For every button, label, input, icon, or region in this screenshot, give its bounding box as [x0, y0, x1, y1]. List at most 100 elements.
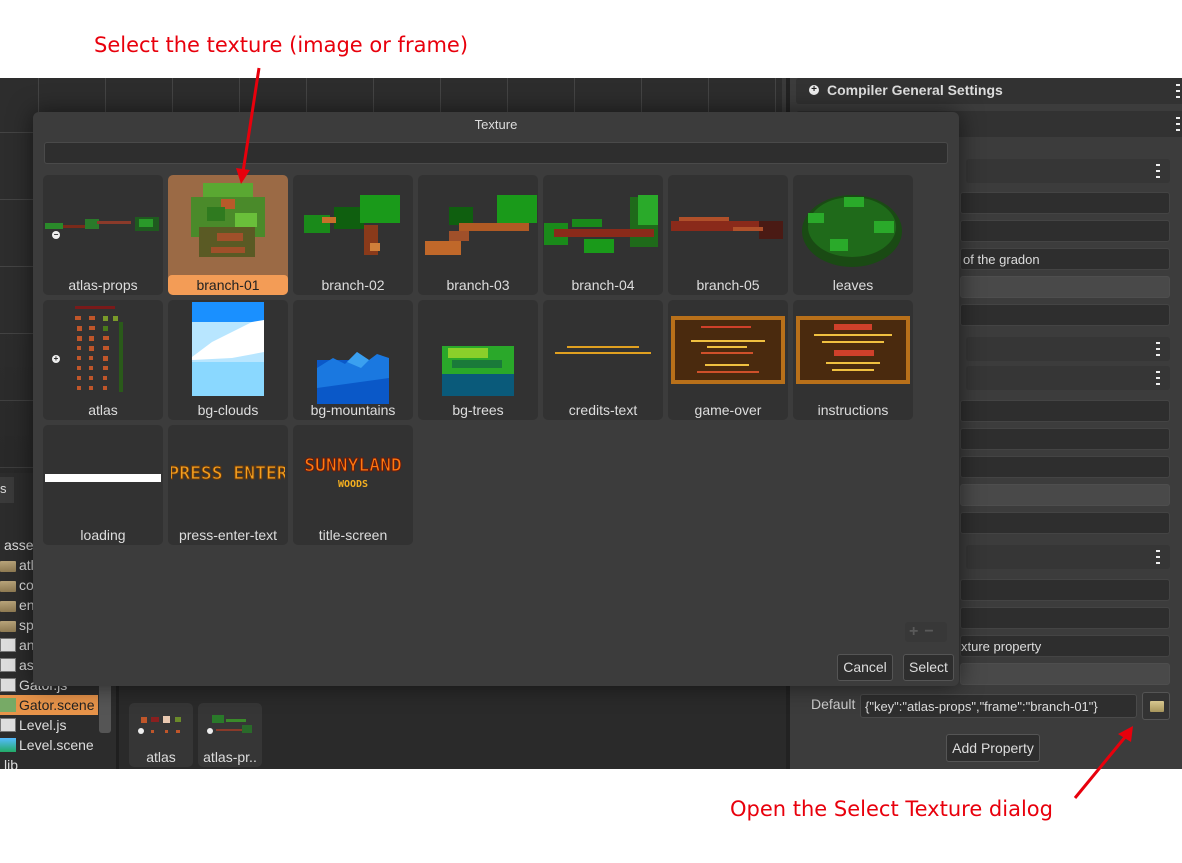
texture-tile-loading[interactable]: loading [43, 425, 163, 545]
file-tree-item[interactable]: Level.js [0, 715, 98, 735]
property-field[interactable] [960, 428, 1170, 450]
file-tree-item[interactable]: lib [0, 755, 98, 769]
file-tree-label: asse [4, 537, 34, 553]
animation-icon [0, 638, 16, 652]
add-property-button[interactable]: Add Property [946, 734, 1040, 762]
folder-icon [0, 560, 16, 572]
texture-tile-label: branch-04 [571, 277, 635, 293]
property-header[interactable] [966, 366, 1170, 390]
file-tree-label: atl [19, 557, 34, 573]
js-file-icon [0, 718, 16, 732]
texture-tile-label: atlas-props [68, 277, 138, 293]
select-button[interactable]: Select [903, 654, 954, 681]
menu-icon[interactable] [1156, 371, 1160, 385]
file-tree-label: Level.js [19, 717, 67, 733]
texture-tile-label: branch-02 [321, 277, 385, 293]
property-field[interactable] [960, 663, 1170, 685]
texture-thumbnail [794, 183, 912, 278]
property-field[interactable] [960, 579, 1170, 601]
atlas-preview [137, 713, 185, 737]
texture-thumbnail: PRESS ENTER [168, 461, 288, 490]
property-field[interactable] [960, 512, 1170, 534]
texture-tile-branch-01[interactable]: branch-01 [168, 175, 288, 295]
texture-tile-instructions[interactable]: instructions [793, 300, 913, 420]
asset-card-label: atlas [146, 749, 176, 765]
svg-text:PRESS ENTER: PRESS ENTER [171, 463, 285, 484]
folder-icon [0, 600, 16, 612]
property-field[interactable] [960, 484, 1170, 506]
texture-tile-bg-clouds[interactable]: bg-clouds [168, 300, 288, 420]
texture-tile-leaves[interactable]: leaves [793, 175, 913, 295]
asset-preview-panel: atlas atlas-pr.. [116, 686, 786, 769]
texture-tile-branch-03[interactable]: branch-03 [418, 175, 538, 295]
texture-tile-label: instructions [817, 402, 889, 418]
compiler-settings-header[interactable]: + Compiler General Settings [796, 78, 1182, 104]
property-header[interactable] [966, 159, 1170, 183]
texture-tile-label: branch-05 [696, 277, 760, 293]
file-tree-item[interactable]: Level.scene [0, 735, 98, 755]
property-header[interactable] [966, 545, 1170, 569]
file-tree-label: Gator.scene [19, 697, 95, 713]
js-file-icon [0, 678, 16, 692]
menu-icon[interactable] [1156, 164, 1160, 178]
texture-tile-game-over[interactable]: game-over [668, 300, 788, 420]
property-field[interactable] [960, 607, 1170, 629]
menu-icon[interactable] [1156, 342, 1160, 356]
texture-tile-atlas-props[interactable]: − atlas-props [43, 175, 163, 295]
annotation-open-dialog: Open the Select Texture dialog [730, 797, 1053, 821]
texture-tile-label: bg-mountains [310, 402, 396, 418]
texture-tile-label: press-enter-text [178, 527, 278, 543]
open-texture-dialog-button[interactable] [1142, 692, 1170, 720]
texture-tile-label: credits-text [568, 402, 638, 418]
annotation-select-texture: Select the texture (image or frame) [94, 33, 469, 57]
texture-tile-bg-mountains[interactable]: bg-mountains [293, 300, 413, 420]
default-texture-input[interactable]: {"key":"atlas-props","frame":"branch-01"… [860, 694, 1137, 718]
asset-card-label: atlas-pr.. [203, 749, 257, 765]
asset-card-atlas[interactable]: atlas [129, 703, 193, 767]
property-field[interactable]: of the gradon [960, 248, 1170, 270]
scene-file-icon [0, 738, 16, 752]
texture-thumbnail [181, 177, 275, 278]
property-header[interactable] [966, 337, 1170, 361]
texture-tile-atlas[interactable]: + atlas [43, 300, 163, 420]
texture-tile-branch-04[interactable]: branch-04 [543, 175, 663, 295]
property-field[interactable] [960, 192, 1170, 214]
cancel-button[interactable]: Cancel [837, 654, 893, 681]
property-field[interactable] [960, 276, 1170, 298]
expand-icon: + [809, 85, 819, 95]
menu-icon[interactable] [1176, 84, 1180, 98]
texture-thumbnail [669, 187, 787, 272]
texture-tile-label: branch-03 [446, 277, 510, 293]
menu-icon[interactable] [1156, 550, 1160, 564]
file-tree-item[interactable]: Gator.scene [0, 695, 98, 715]
texture-thumbnail [73, 302, 133, 402]
texture-tile-branch-05[interactable]: branch-05 [668, 175, 788, 295]
property-field[interactable] [960, 220, 1170, 242]
texture-tile-branch-02[interactable]: branch-02 [293, 175, 413, 295]
texture-thumbnail [442, 346, 514, 401]
collapse-icon[interactable]: − [52, 231, 60, 239]
zoom-in-button[interactable]: + [909, 623, 924, 640]
asset-card-atlas-props[interactable]: atlas-pr.. [198, 703, 262, 767]
file-tree-label: Level.scene [19, 737, 94, 753]
property-field[interactable] [960, 304, 1170, 326]
field-value: xture property [961, 639, 1042, 654]
texture-thumbnail [45, 471, 161, 489]
zoom-out-button[interactable]: − [924, 623, 939, 640]
texture-tile-title-screen[interactable]: SUNNYLAND WOODS title-screen [293, 425, 413, 545]
property-field[interactable] [960, 456, 1170, 478]
property-field[interactable] [960, 400, 1170, 422]
texture-thumbnail [671, 316, 785, 389]
expand-icon[interactable]: + [52, 355, 60, 363]
scene-file-icon [0, 698, 16, 712]
texture-tile-credits-text[interactable]: credits-text [543, 300, 663, 420]
menu-icon[interactable] [1176, 117, 1180, 131]
texture-tile-label: loading [80, 527, 126, 543]
texture-tile-label: game-over [694, 402, 762, 418]
texture-filter-input[interactable] [44, 142, 948, 164]
property-field[interactable]: xture property [960, 635, 1170, 657]
files-tab[interactable]: s [0, 477, 14, 503]
folder-icon [0, 580, 16, 592]
texture-tile-bg-trees[interactable]: bg-trees [418, 300, 538, 420]
texture-tile-press-enter-text[interactable]: PRESS ENTER press-enter-text [168, 425, 288, 545]
